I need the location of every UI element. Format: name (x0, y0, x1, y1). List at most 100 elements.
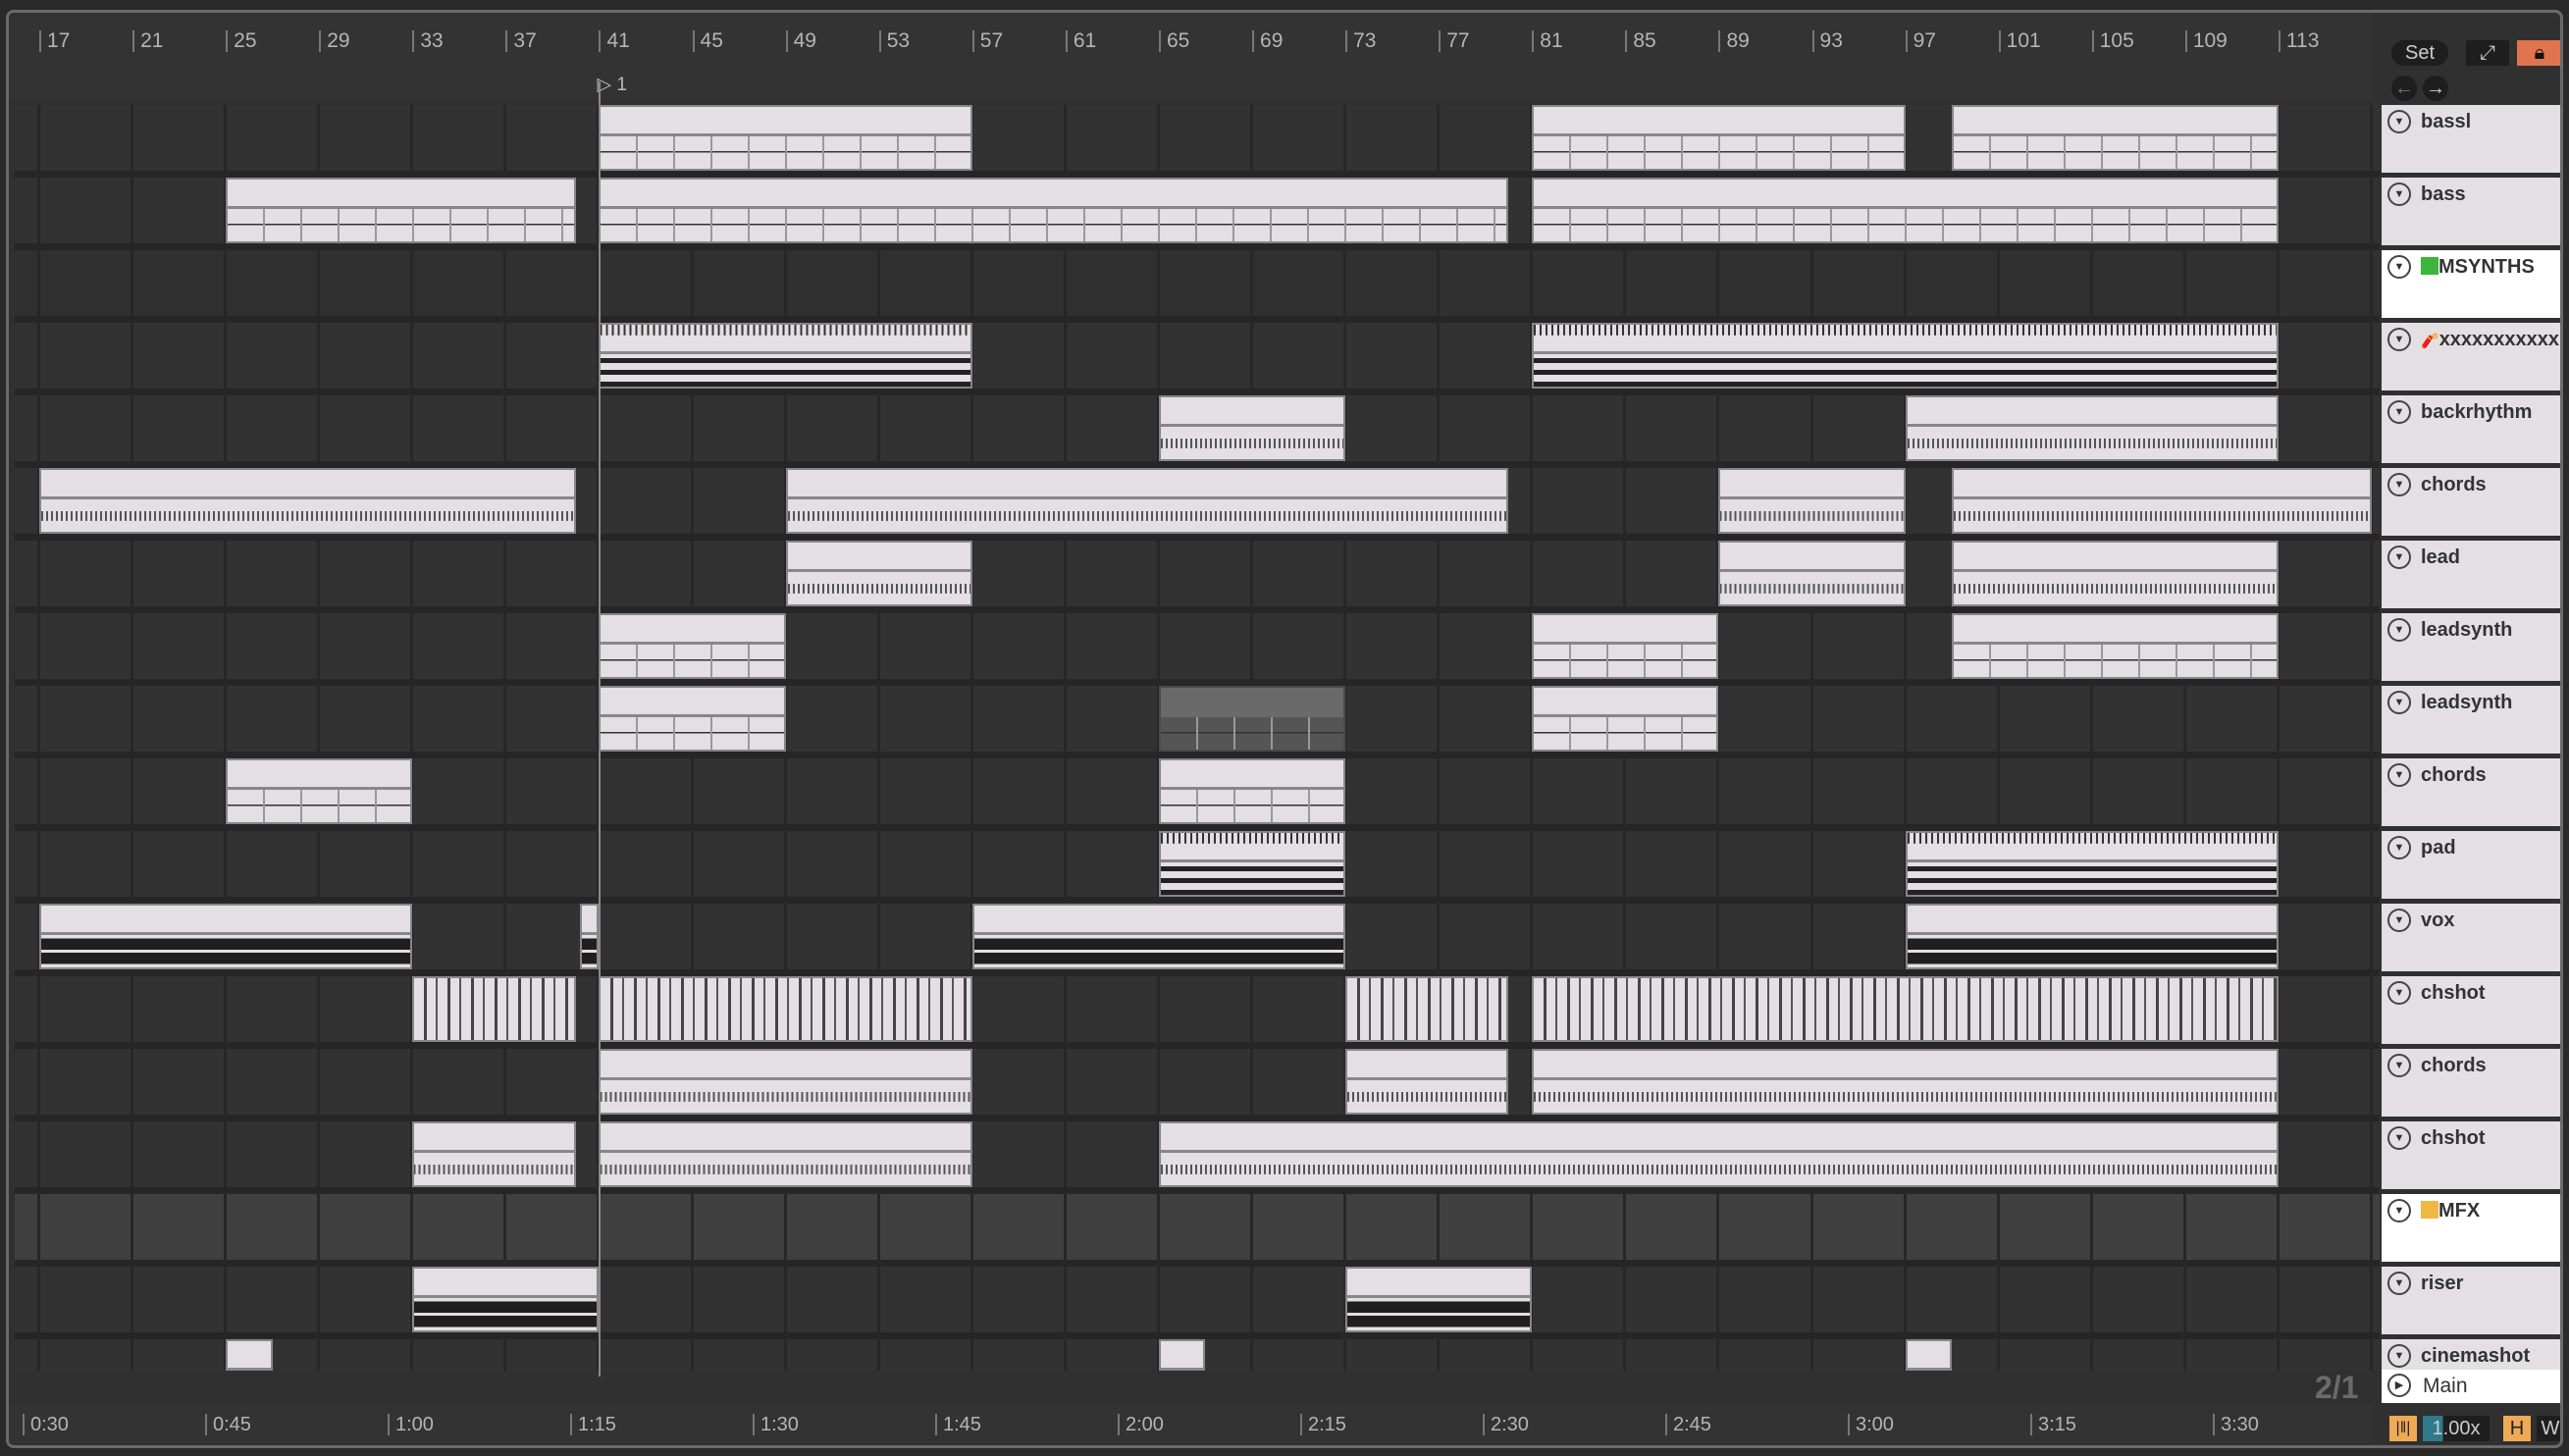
track-lane[interactable] (15, 468, 2380, 541)
track-header[interactable]: ▼ bass (2382, 178, 2560, 245)
clip[interactable] (1532, 976, 2279, 1042)
track-fold-icon[interactable]: ▼ (2387, 328, 2411, 351)
clip[interactable] (971, 904, 1346, 969)
tempo-multiplier[interactable]: 1.00x (2423, 1416, 2490, 1441)
track-header[interactable]: ▼ 🧨xxxxxxxxxxx (2382, 323, 2560, 390)
track-header[interactable]: ▼ riser (2382, 1267, 2560, 1334)
clip[interactable] (1345, 976, 1509, 1042)
clip[interactable] (580, 904, 600, 969)
clip[interactable] (1905, 1339, 1953, 1371)
start-marker[interactable]: ▷ 1 (597, 74, 626, 96)
arrangement-tracks[interactable] (15, 105, 2380, 1371)
track-fold-icon[interactable]: ▼ (2387, 1344, 2411, 1368)
clip[interactable] (412, 1121, 576, 1187)
track-fold-icon[interactable]: ▼ (2387, 909, 2411, 932)
clip[interactable] (1718, 541, 1906, 606)
clip[interactable] (599, 323, 972, 389)
w-toggle-button[interactable]: W (2537, 1416, 2560, 1441)
clip[interactable] (226, 758, 413, 824)
beat-ruler[interactable]: 17 21 25 29 33 37 41 45 49 53 57 61 65 69 73 77 81 85 89 93… (9, 13, 2374, 101)
track-fold-icon[interactable]: ▼ (2387, 618, 2411, 642)
clip[interactable] (1905, 904, 2279, 969)
clip[interactable] (599, 1121, 972, 1187)
track-fold-icon[interactable]: ▼ (2387, 763, 2411, 787)
clip[interactable] (599, 105, 972, 171)
clip[interactable] (1345, 1267, 1533, 1332)
track-lane[interactable] (15, 613, 2380, 686)
track-lane[interactable] (15, 758, 2380, 831)
track-lane[interactable] (15, 831, 2380, 904)
track-lane[interactable] (15, 976, 2380, 1049)
track-fold-icon[interactable]: ▼ (2387, 836, 2411, 859)
waveform-toggle-icon[interactable]: |‖| (2389, 1416, 2417, 1441)
track-header[interactable]: ▼ leadsynth (2382, 613, 2560, 681)
track-lane[interactable] (15, 1049, 2380, 1121)
clip[interactable] (1158, 831, 1346, 897)
time-signature[interactable]: 2/1 (2315, 1370, 2358, 1406)
track-header[interactable]: ▼ chords (2382, 1049, 2560, 1117)
clip[interactable] (599, 613, 786, 679)
track-lane[interactable] (15, 323, 2380, 395)
clip[interactable] (1345, 1049, 1509, 1115)
clip[interactable] (226, 178, 576, 243)
track-lane[interactable] (15, 178, 2380, 250)
clip[interactable] (785, 468, 1509, 534)
lock-icon[interactable]: 🔒︎ (2517, 40, 2560, 66)
track-lane[interactable] (15, 904, 2380, 976)
clip[interactable] (1952, 468, 2372, 534)
clip[interactable] (785, 541, 972, 606)
track-header[interactable]: ▼ MSYNTHS (2382, 250, 2560, 318)
track-header[interactable]: ▼ pad (2382, 831, 2560, 899)
track-lane[interactable] (15, 1194, 2380, 1267)
track-header[interactable]: ▼ backrhythm (2382, 395, 2560, 463)
clip[interactable] (412, 976, 576, 1042)
track-header[interactable]: ▼ lead (2382, 541, 2560, 608)
clip[interactable] (1532, 178, 2279, 243)
time-ruler[interactable]: 0:30 0:45 1:00 1:15 1:30 1:45 2:00 2:15 2:30 2:45… (9, 1404, 2374, 1443)
unfold-icon[interactable]: ⤢ (2466, 40, 2509, 66)
clip[interactable] (1158, 1339, 1206, 1371)
clip[interactable] (1532, 1049, 2279, 1115)
clip[interactable] (1158, 1121, 2279, 1187)
clip[interactable] (1952, 613, 2279, 679)
track-lane[interactable] (15, 250, 2380, 323)
track-fold-icon[interactable]: ▼ (2387, 110, 2411, 133)
track-fold-icon[interactable]: ▼ (2387, 1126, 2411, 1150)
group-fold-icon[interactable]: ▼ (2387, 255, 2411, 279)
clip[interactable] (39, 468, 576, 534)
forward-arrow-icon[interactable]: → (2423, 76, 2448, 101)
main-track-header[interactable]: ▶ Main (2382, 1370, 2560, 1403)
track-lane[interactable] (15, 1267, 2380, 1339)
clip[interactable] (599, 1049, 972, 1115)
clip[interactable] (1952, 541, 2279, 606)
track-fold-icon[interactable]: ▼ (2387, 400, 2411, 424)
h-toggle-button[interactable]: H (2503, 1416, 2531, 1441)
back-arrow-icon[interactable]: ← (2391, 76, 2417, 101)
track-lane[interactable] (15, 395, 2380, 468)
track-fold-icon[interactable]: ▼ (2387, 546, 2411, 569)
group-fold-icon[interactable]: ▼ (2387, 1199, 2411, 1222)
set-button[interactable]: Set (2391, 40, 2448, 66)
clip[interactable] (412, 1267, 600, 1332)
track-header[interactable]: ▼ chshot (2382, 976, 2560, 1044)
track-header[interactable]: ▼ chshot (2382, 1121, 2560, 1189)
track-fold-icon[interactable]: ▼ (2387, 691, 2411, 714)
track-fold-icon[interactable]: ▼ (2387, 981, 2411, 1005)
track-header[interactable]: ▼ chords (2382, 468, 2560, 536)
track-lane[interactable] (15, 686, 2380, 758)
track-header[interactable]: ▼ MFX (2382, 1194, 2560, 1262)
clip[interactable] (1532, 613, 1719, 679)
track-lane[interactable] (15, 1121, 2380, 1194)
track-fold-icon[interactable]: ▼ (2387, 182, 2411, 206)
clip[interactable] (1952, 105, 2279, 171)
track-header[interactable]: ▼ vox (2382, 904, 2560, 971)
clip[interactable] (1158, 395, 1346, 461)
track-header[interactable]: ▼ bassl (2382, 105, 2560, 173)
track-lane[interactable] (15, 105, 2380, 178)
track-lane[interactable] (15, 541, 2380, 613)
clip[interactable] (1718, 468, 1906, 534)
clip[interactable] (226, 1339, 273, 1371)
clip[interactable] (599, 686, 786, 752)
clip[interactable] (1532, 323, 2279, 389)
track-fold-icon[interactable]: ▼ (2387, 1054, 2411, 1077)
